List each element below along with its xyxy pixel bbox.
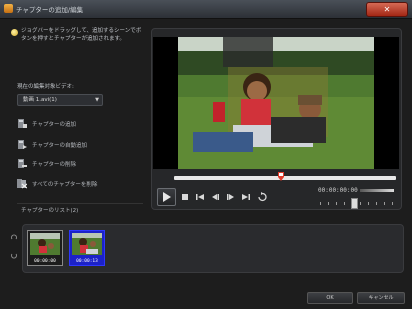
zoom-scale[interactable]	[320, 200, 396, 206]
delete-all-label: すべてのチャプターを削除	[32, 182, 98, 188]
scrub-handle[interactable]	[278, 172, 284, 182]
cancel-button[interactable]: キャンセル	[357, 292, 405, 304]
close-button[interactable]: ✕	[366, 2, 408, 17]
ok-button[interactable]: OK	[307, 292, 353, 304]
app-icon	[4, 4, 13, 13]
timecode-display[interactable]: 00:00:00:00	[318, 187, 358, 194]
auto-chapter-button[interactable]: チャプターの自動追加	[17, 139, 137, 151]
delete-chapter-button[interactable]: チャプターの削除	[17, 158, 137, 170]
add-chapter-button[interactable]: チャプターの追加	[17, 118, 137, 130]
video-select-value: 動画 1.avi(1)	[23, 97, 57, 103]
lightbulb-icon	[11, 29, 18, 36]
volume-slider[interactable]	[360, 189, 394, 192]
scroll-up-icon[interactable]	[10, 234, 18, 242]
add-chapter-label: チャプターの追加	[32, 122, 76, 128]
delete-all-chapters-button[interactable]: すべてのチャプターを削除	[17, 178, 137, 190]
next-frame-icon[interactable]	[226, 191, 236, 203]
go-to-start-icon[interactable]	[195, 191, 205, 203]
chapter-list-label: チャプターのリスト(2)	[21, 208, 79, 214]
divider	[17, 203, 143, 204]
auto-chapter-label: チャプターの自動追加	[32, 143, 87, 149]
thumbnail-image	[30, 233, 60, 255]
chevron-down-icon: ▼	[95, 97, 99, 103]
scroll-down-icon[interactable]	[10, 251, 18, 259]
close-icon: ✕	[383, 5, 391, 14]
stop-icon[interactable]	[180, 191, 190, 203]
auto-chapter-icon	[18, 140, 27, 149]
chapter-thumbnail[interactable]: 00:00:00	[27, 230, 63, 266]
video-frame-image	[153, 37, 399, 169]
window-title: チャプターの追加/編集	[16, 6, 84, 14]
thumbnail-image	[72, 233, 102, 255]
delete-chapter-icon	[18, 159, 27, 168]
play-icon	[163, 192, 171, 202]
add-chapter-icon	[18, 119, 27, 128]
play-button[interactable]	[157, 188, 176, 206]
thumbnail-timecode: 00:00:00	[34, 259, 56, 264]
delete-all-icon	[17, 179, 27, 189]
thumbnail-timecode: 00:00:13	[76, 259, 98, 264]
hint-text: ジョグバーをドラッグして、追加するシーンでボタンを押すとチャプターが追加されます…	[21, 28, 142, 42]
title-bar: チャプターの追加/編集 ✕	[0, 0, 412, 19]
video-select-dropdown[interactable]: 動画 1.avi(1) ▼	[17, 94, 103, 106]
delete-chapter-label: チャプターの削除	[32, 162, 76, 168]
scrub-bar[interactable]	[174, 176, 396, 180]
zoom-handle[interactable]	[351, 198, 358, 209]
video-select-label: 現在の編集対象ビデオ:	[17, 84, 74, 90]
chapter-thumbnail-selected[interactable]: 00:00:13	[69, 230, 105, 266]
go-to-end-icon[interactable]	[241, 191, 251, 203]
repeat-icon[interactable]	[257, 191, 268, 203]
video-preview	[153, 37, 399, 169]
previous-frame-icon[interactable]	[210, 191, 220, 203]
chapter-dialog: チャプターの追加/編集 ✕ ジョグバーをドラッグして、追加するシーンでボタンを押…	[0, 0, 412, 309]
